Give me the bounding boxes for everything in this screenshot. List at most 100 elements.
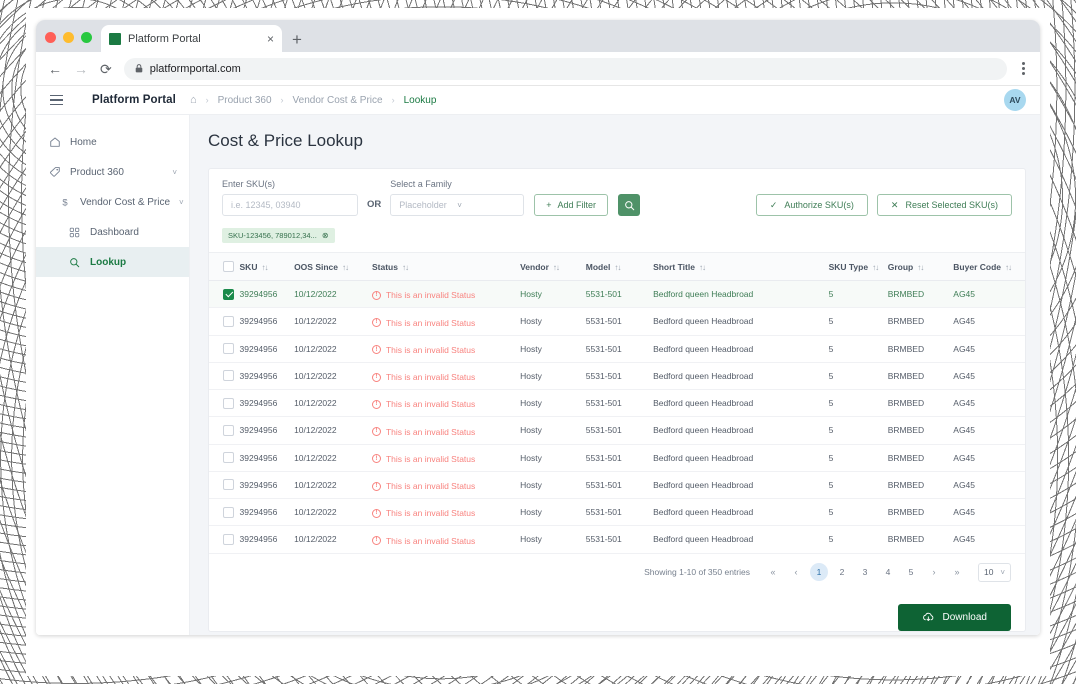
address-bar[interactable]: platformportal.com — [123, 57, 1007, 80]
browser-menu-icon[interactable] — [1019, 62, 1028, 75]
column-header-short-title[interactable]: Short Title ↑↓ — [653, 253, 829, 281]
cell-model: 5531-501 — [585, 498, 654, 527]
table-row[interactable]: 39294956 10/12/2022! This is an invalid St… — [209, 444, 1025, 472]
sidebar-item-home[interactable]: Home — [36, 127, 189, 157]
next-page-button[interactable]: › — [925, 563, 943, 581]
row-checkbox[interactable] — [223, 506, 234, 518]
cloud-download-icon — [922, 612, 935, 623]
cell-buyer-code: AG45 — [953, 525, 1025, 554]
prev-page-button[interactable]: ‹ — [787, 563, 805, 581]
chevron-down-icon[interactable]: ˅ — [179, 198, 184, 207]
filter-chip-sku[interactable]: SKU-123456, 789012,34... ⊗ — [222, 228, 335, 243]
table-row[interactable]: 39294956 10/12/2022! This is an invalid St… — [209, 335, 1025, 363]
new-tab-icon[interactable]: + — [292, 31, 302, 48]
column-header-vendor[interactable]: Vendor ↑↓ — [520, 253, 586, 281]
page-button-1[interactable]: 1 — [810, 563, 828, 581]
cell-group: BRMBED — [887, 335, 954, 363]
status-text: This is an invalid Status — [385, 399, 476, 410]
sidebar-item-dashboard[interactable]: Dashboard — [36, 217, 189, 247]
tab-title: Platform Portal — [128, 32, 201, 45]
warning-icon: ! — [371, 427, 381, 436]
cell-sku: 39294956 — [239, 525, 295, 554]
table-row[interactable]: 39294956 10/12/2022! This is an invalid St… — [209, 280, 1025, 309]
row-checkbox[interactable] — [223, 397, 234, 409]
chevron-down-icon[interactable]: ˅ — [172, 168, 177, 177]
table-row[interactable]: 39294956 10/12/2022! This is an invalid St… — [209, 362, 1025, 391]
status-badge: ! This is an invalid Status — [371, 508, 475, 518]
family-select[interactable]: Placeholder ˅ — [390, 194, 525, 216]
row-checkbox[interactable] — [223, 452, 234, 464]
column-header-oos-since[interactable]: OOS Since ↑↓ — [294, 253, 372, 281]
sort-icon[interactable]: ↑↓ — [917, 263, 924, 272]
breadcrumb-item-lookup[interactable]: Lookup — [404, 95, 437, 106]
cell-oos-since: 10/12/2022 — [294, 280, 372, 309]
row-checkbox[interactable] — [223, 370, 234, 382]
add-filter-button[interactable]: + Add Filter — [534, 194, 609, 216]
sort-icon[interactable]: ↑↓ — [553, 263, 560, 272]
breadcrumb-home-icon[interactable]: ⌂ — [190, 94, 197, 106]
menu-toggle-icon[interactable] — [50, 94, 63, 106]
sidebar-item-label: Dashboard — [90, 226, 139, 238]
column-header-group[interactable]: Group ↑↓ — [887, 253, 954, 281]
sort-icon[interactable]: ↑↓ — [872, 263, 879, 272]
sort-icon[interactable]: ↑↓ — [261, 263, 268, 272]
status-text: This is an invalid Status — [385, 290, 476, 301]
close-window-button[interactable] — [45, 32, 56, 43]
column-header-sku-type[interactable]: SKU Type ↑↓ — [828, 253, 888, 281]
cell-group: BRMBED — [887, 444, 954, 472]
sort-icon[interactable]: ↑↓ — [342, 263, 349, 272]
page-button-4[interactable]: 4 — [879, 563, 897, 581]
close-tab-icon[interactable]: × — [267, 33, 274, 45]
page-button-2[interactable]: 2 — [833, 563, 851, 581]
sidebar-item-vendor-cost-price[interactable]: $ Vendor Cost & Price ˅ — [36, 187, 189, 217]
sidebar-item-lookup[interactable]: Lookup — [36, 247, 189, 277]
sort-icon[interactable]: ↑↓ — [699, 263, 706, 272]
cell-status: ! This is an invalid Status — [371, 389, 521, 418]
cell-status: ! This is an invalid Status — [371, 280, 521, 309]
table-row[interactable]: 39294956 10/12/2022! This is an invalid St… — [209, 471, 1025, 500]
column-header-buyer-code[interactable]: Buyer Code ↑↓ — [953, 253, 1025, 281]
row-checkbox[interactable] — [223, 343, 234, 355]
authorize-skus-button[interactable]: ✓ Authorize SKU(s) — [755, 194, 868, 216]
table-row[interactable]: 39294956 10/12/2022! This is an invalid St… — [209, 525, 1025, 554]
page-size-select[interactable]: 10 ˅ — [978, 562, 1011, 582]
back-icon[interactable]: ← — [48, 62, 62, 76]
column-header-model[interactable]: Model ↑↓ — [585, 253, 654, 281]
browser-tab[interactable]: Platform Portal × — [101, 25, 282, 52]
column-header-sku[interactable]: SKU ↑↓ — [239, 253, 295, 281]
page-button-3[interactable]: 3 — [856, 563, 874, 581]
maximize-window-button[interactable] — [81, 32, 92, 43]
row-checkbox[interactable] — [223, 288, 234, 300]
table-row[interactable]: 39294956 10/12/2022! This is an invalid St… — [209, 389, 1025, 418]
table-row[interactable]: 39294956 10/12/2022! This is an invalid St… — [209, 498, 1025, 527]
sort-icon[interactable]: ↑↓ — [614, 263, 621, 272]
download-button[interactable]: Download — [897, 603, 1011, 631]
first-page-button[interactable]: « — [764, 563, 782, 581]
remove-chip-icon[interactable]: ⊗ — [322, 231, 329, 240]
table-row[interactable]: 39294956 10/12/2022! This is an invalid St… — [209, 416, 1025, 445]
family-filter-group: Select a Family Placeholder ˅ — [390, 179, 525, 216]
reload-icon[interactable]: ⟳ — [100, 62, 112, 76]
sort-icon[interactable]: ↑↓ — [1005, 263, 1012, 272]
column-header-status[interactable]: Status ↑↓ — [371, 253, 521, 281]
sidebar-item-product-360[interactable]: Product 360 ˅ — [36, 157, 189, 187]
breadcrumb-item-vendor-cost-price[interactable]: Vendor Cost & Price — [293, 95, 383, 106]
row-checkbox[interactable] — [223, 315, 234, 327]
minimize-window-button[interactable] — [63, 32, 74, 43]
forward-icon[interactable]: → — [74, 62, 88, 76]
select-all-checkbox[interactable] — [223, 261, 234, 272]
sku-input[interactable] — [222, 194, 358, 216]
table-header-row: SKU ↑↓ OOS Since ↑↓ Status ↑↓ Vendor ↑↓ … — [209, 253, 1025, 281]
page-button-5[interactable]: 5 — [902, 563, 920, 581]
reset-selected-skus-button[interactable]: ✕ Reset Selected SKU(s) — [876, 194, 1012, 216]
row-checkbox[interactable] — [223, 533, 234, 545]
row-checkbox[interactable] — [223, 424, 234, 436]
avatar[interactable]: AV — [1004, 89, 1026, 111]
last-page-button[interactable]: » — [948, 563, 966, 581]
table-row[interactable]: 39294956 10/12/2022! This is an invalid St… — [209, 307, 1025, 336]
sort-icon[interactable]: ↑↓ — [402, 263, 409, 272]
breadcrumb-item-product-360[interactable]: Product 360 — [218, 95, 272, 106]
row-checkbox[interactable] — [223, 479, 234, 491]
browser-window: Platform Portal × + ← → ⟳ platformportal… — [36, 20, 1040, 635]
search-button[interactable] — [618, 194, 641, 216]
